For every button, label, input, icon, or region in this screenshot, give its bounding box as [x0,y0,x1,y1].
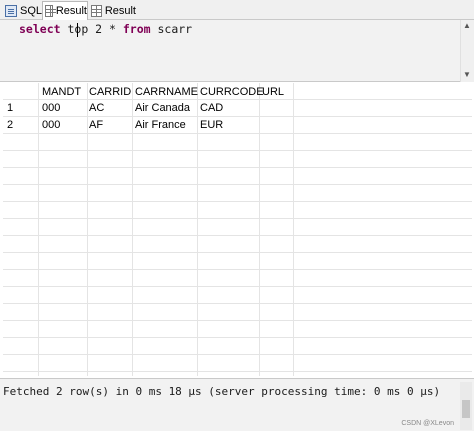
sql-keyword-from: from [122,22,151,36]
tab-result-1[interactable]: Result [42,1,88,20]
table-cell[interactable]: AC [89,100,104,116]
grid-row-divider [3,150,472,151]
table-cell[interactable]: 000 [42,117,60,133]
table-cell[interactable]: AF [89,117,103,133]
sql-icon [5,4,17,17]
scrollbar-thumb[interactable] [462,400,470,418]
column-header-url[interactable]: URL [262,84,284,100]
row-number[interactable]: 1 [7,100,13,116]
tab-sql[interactable]: SQL [2,1,42,20]
tab-sql-label: SQL [19,4,42,17]
grid-col-divider [38,83,39,376]
grid-row-divider [3,218,472,219]
tab-bar: SQL Result Result [0,0,474,20]
row-number[interactable]: 2 [7,117,13,133]
sql-keyword-select: select [19,22,61,36]
tab-result-1-label: Result [55,5,87,17]
tab-result-2-label: Result [104,4,136,17]
grid-col-divider [259,83,260,376]
table-cell[interactable]: Air France [135,117,186,133]
grid-row-divider [3,354,472,355]
messages-scrollbar[interactable] [460,382,472,430]
table-cell[interactable]: 000 [42,100,60,116]
table-cell[interactable]: EUR [200,117,223,133]
grid-col-divider [132,83,133,376]
grid-col-divider [87,83,88,376]
grid-row-divider [3,252,472,253]
column-header-currcode[interactable]: CURRCODE [200,84,264,100]
grid-row-divider [3,235,472,236]
grid-row-divider [3,133,472,134]
result-grid-icon [45,5,56,17]
grid-row-divider [3,184,472,185]
column-header-carrid[interactable]: CARRID [89,84,131,100]
grid-row-divider [3,269,472,270]
watermark: CSDN @XLevon [401,420,454,427]
grid-col-divider [293,83,294,376]
scroll-up-icon[interactable]: ▲ [463,21,471,31]
text-caret [77,23,78,37]
sql-text-mid: top 2 * [60,22,123,36]
grid-row-divider [3,337,472,338]
grid-row-divider [3,320,472,321]
grid-row-divider [3,116,472,117]
grid-row-divider [3,167,472,168]
table-cell[interactable]: Air Canada [135,100,190,116]
sql-text-table: scarr [150,22,193,36]
grid-row-divider [3,201,472,202]
column-header-carrname[interactable]: CARRNAME [135,84,198,100]
result-grid-icon [91,4,102,17]
column-header-mandt[interactable]: MANDT [42,84,81,100]
status-message: Fetched 2 row(s) in 0 ms 18 µs (server p… [3,385,441,398]
grid-col-divider [197,83,198,376]
grid-row-divider [3,371,472,372]
scroll-down-icon[interactable]: ▼ [463,70,471,80]
editor-scrollbar[interactable]: ▲ ▼ [460,20,474,82]
grid-row-divider [3,286,472,287]
table-cell[interactable]: CAD [200,100,223,116]
sql-code-line[interactable]: select top 2 * from scarr [19,22,192,36]
sql-editor[interactable]: select top 2 * from scarr ▲ ▼ [0,20,474,82]
tab-result-2[interactable]: Result [88,1,136,20]
messages-panel: Fetched 2 row(s) in 0 ms 18 µs (server p… [0,378,474,431]
grid-row-divider [3,303,472,304]
result-grid[interactable]: MANDT CARRID CARRNAME CURRCODE URL 1 000… [3,83,472,376]
